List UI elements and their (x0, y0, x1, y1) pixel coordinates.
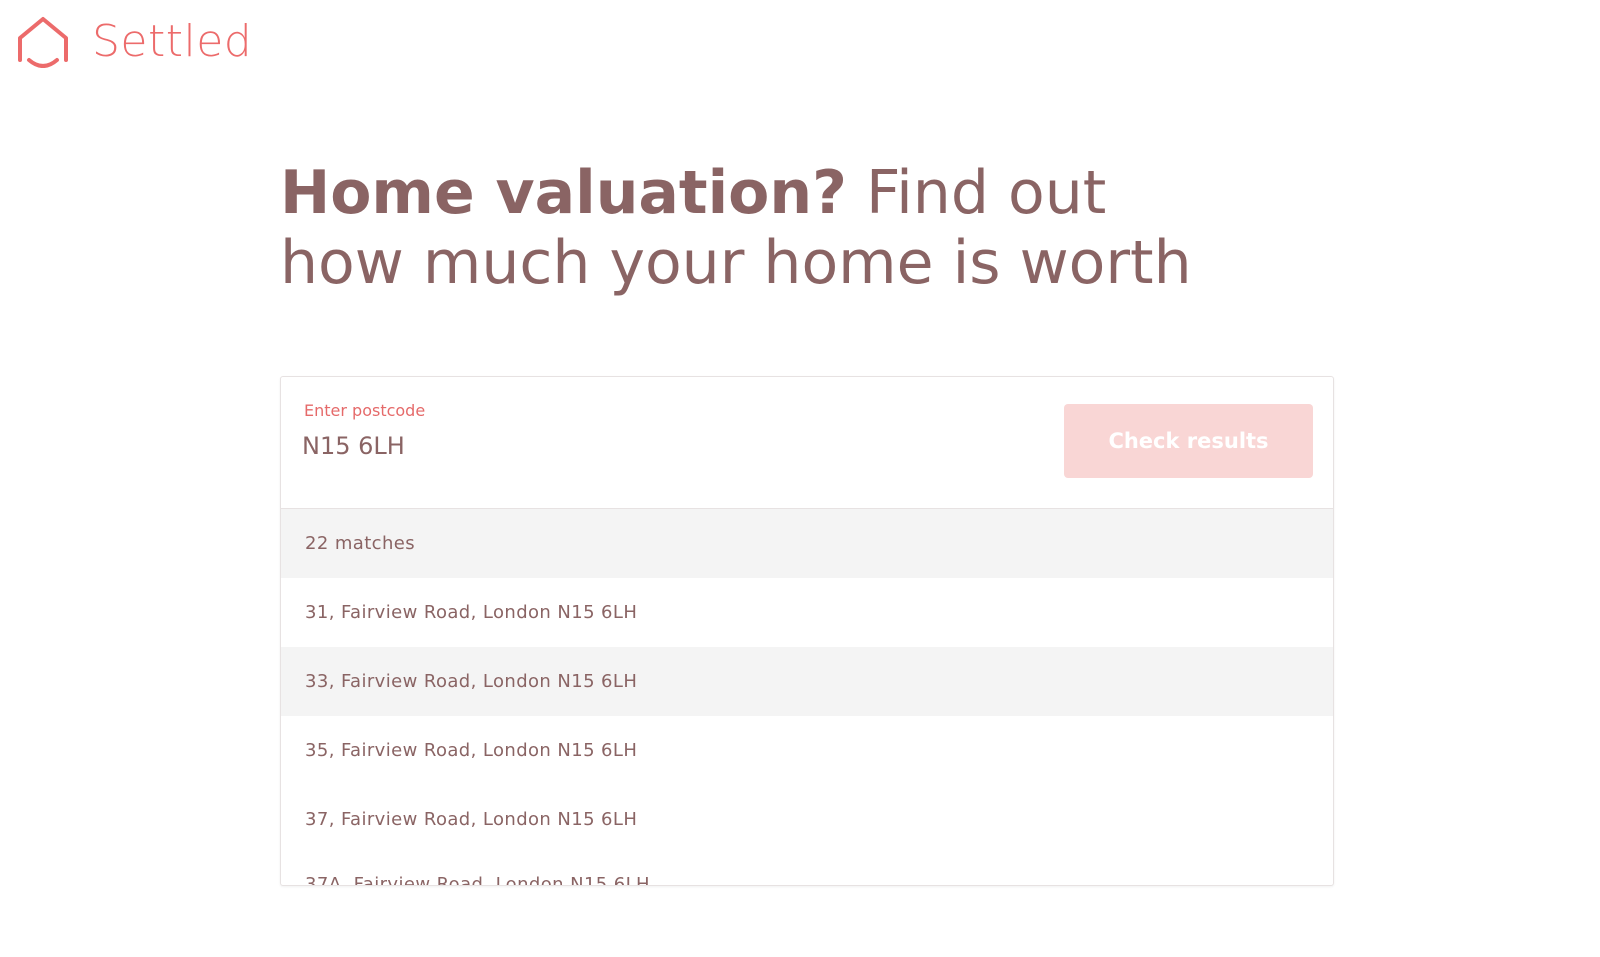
page-title-emphasis: Home valuation? (280, 158, 847, 228)
brand-logo[interactable]: Settled (16, 16, 252, 68)
postcode-input-area: Enter postcode Check results (281, 377, 1333, 509)
postcode-input[interactable] (302, 432, 1002, 460)
address-option[interactable]: 35, Fairview Road, London N15 6LH (281, 716, 1333, 785)
address-results-list: 22 matches 31, Fairview Road, London N15… (281, 509, 1333, 885)
address-option[interactable]: 31, Fairview Road, London N15 6LH (281, 578, 1333, 647)
brand-name: Settled (92, 16, 253, 67)
address-option[interactable]: 37A, Fairview Road, London N15 6LH (281, 854, 1333, 885)
address-option[interactable]: 33, Fairview Road, London N15 6LH (281, 647, 1333, 716)
results-count: 22 matches (281, 509, 1333, 578)
house-icon (18, 17, 68, 68)
postcode-search-card: Enter postcode Check results 22 matches … (280, 376, 1334, 886)
postcode-label: Enter postcode (304, 401, 426, 420)
check-results-button[interactable]: Check results (1064, 404, 1313, 478)
page-title: Home valuation? Find out how much your h… (280, 158, 1240, 298)
address-option[interactable]: 37, Fairview Road, London N15 6LH (281, 785, 1333, 854)
